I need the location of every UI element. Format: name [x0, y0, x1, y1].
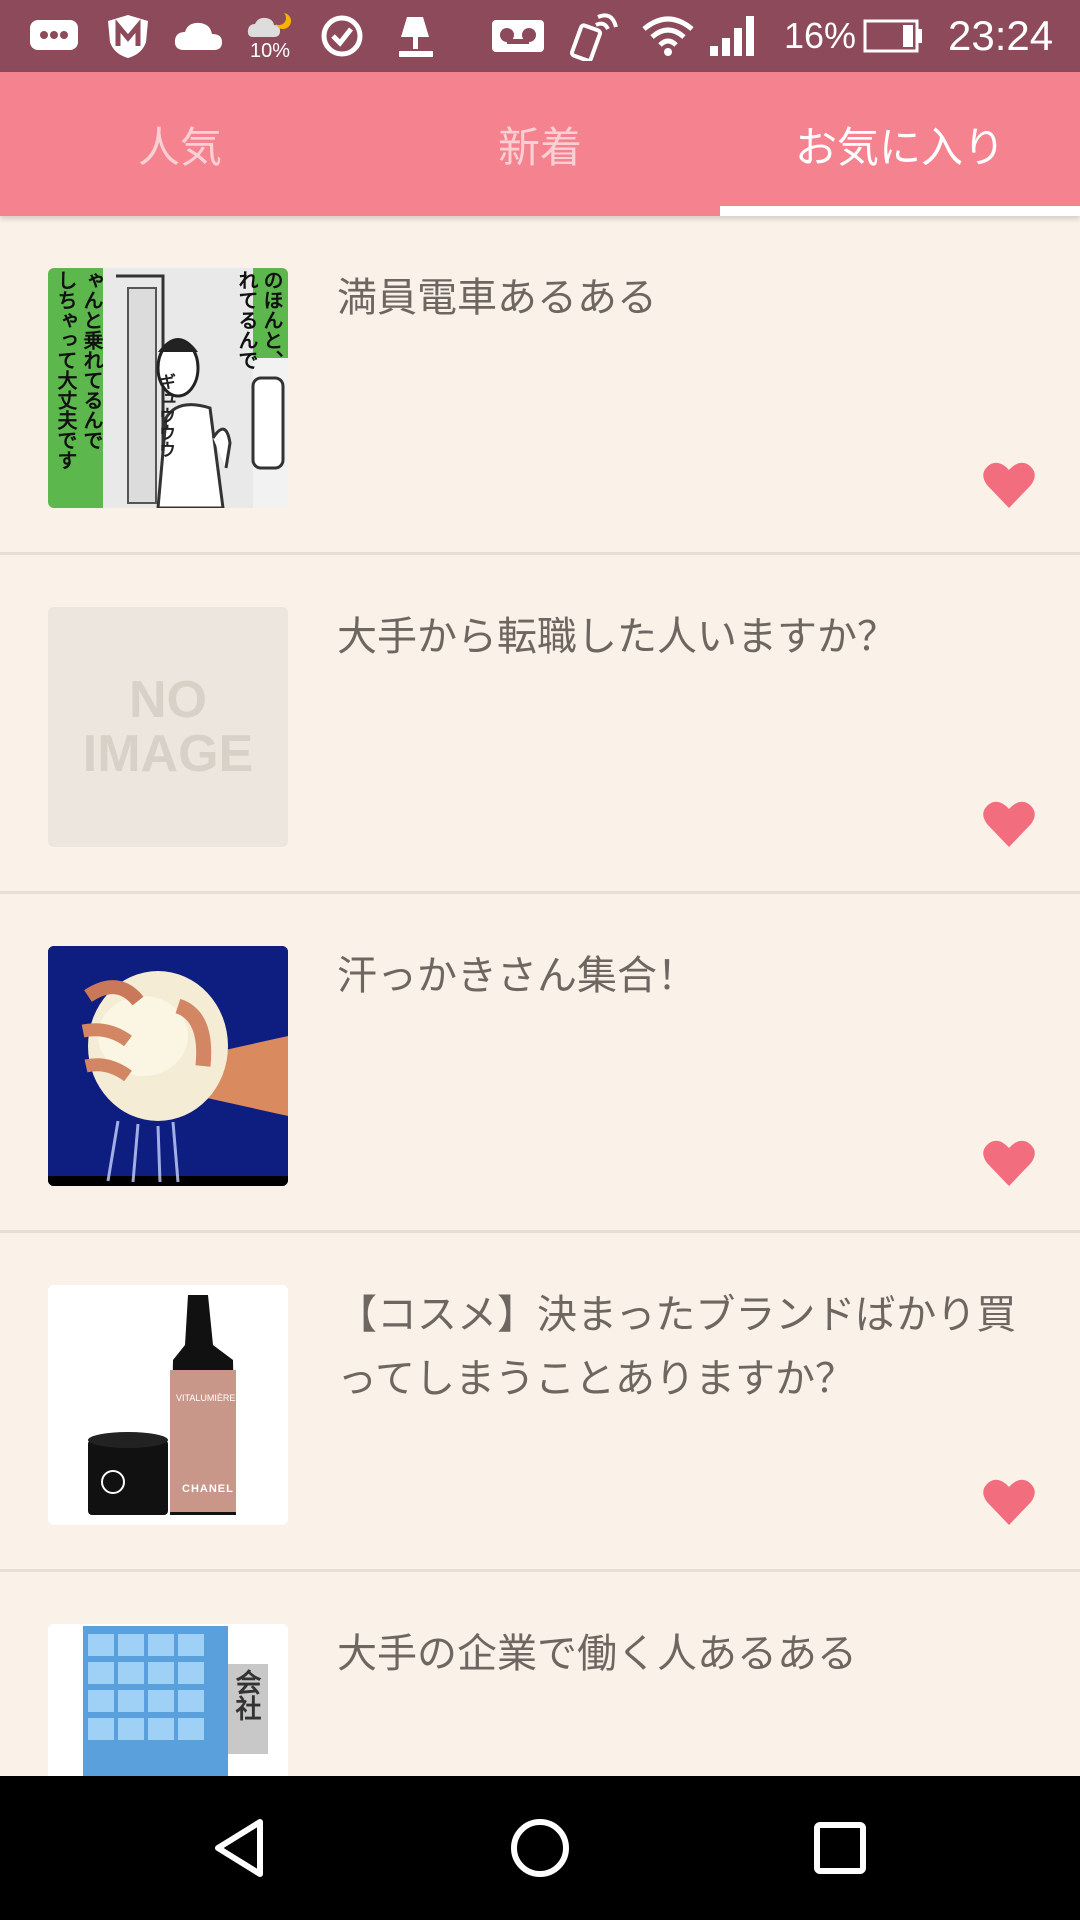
lamp-icon [390, 12, 440, 60]
favorites-list: しちゃって大丈夫です ゃんと乗れてるんで れてるんで のほんと、 ギュウウウ 満… [0, 216, 1080, 1911]
item-title: 満員電車あるある [337, 275, 657, 321]
hand-squeezing-towel-image [48, 946, 288, 1186]
tab-new[interactable]: 新着 [360, 72, 720, 216]
weather-badge: 10% [249, 40, 291, 62]
building-sign: 会社 [231, 1669, 261, 1721]
foundation-bottle-image: VITALUMIÈRE CHANEL [48, 1285, 288, 1525]
list-item[interactable]: NO IMAGE 大手から転職した人いますか？ [0, 555, 1080, 894]
nfc-icon [566, 12, 622, 61]
no-image-label-bottom: IMAGE [82, 725, 254, 783]
battery-percent: 16% [784, 15, 857, 56]
item-title: 【コスメ】決まったブランドばかり買ってしまうことありますか？ [337, 1292, 1017, 1402]
heart-icon[interactable] [982, 1138, 1036, 1188]
list-item[interactable]: 汗っかきさん集合！ [0, 894, 1080, 1233]
tab-favorites[interactable]: お気に入り [720, 72, 1080, 216]
navigation-bar [0, 1776, 1080, 1920]
recents-icon[interactable] [800, 1808, 880, 1888]
heart-icon[interactable] [982, 1477, 1036, 1527]
voicemail-icon [488, 12, 548, 60]
no-image-label-top: NO [129, 671, 207, 729]
wifi-icon [640, 12, 696, 60]
manga-text-col1: しちゃって大丈夫です [54, 270, 78, 470]
signal-icon [706, 12, 758, 60]
mcafee-shield-icon [100, 12, 156, 60]
list-item[interactable]: しちゃって大丈夫です ゃんと乗れてるんで れてるんで のほんと、 ギュウウウ 満… [0, 216, 1080, 555]
clock: 23:24 [948, 12, 1054, 59]
item-title: 汗っかきさん集合！ [337, 953, 697, 999]
manga-text-col4: のほんと、 [260, 270, 284, 370]
item-title: 大手から転職した人いますか？ [337, 614, 897, 660]
no-image-placeholder: NO IMAGE [48, 607, 288, 847]
status-bar: 10% 16% 23:24 [0, 0, 1080, 72]
tab-popular[interactable]: 人気 [0, 72, 360, 216]
check-circle-icon [316, 12, 368, 60]
product-name-label: VITALUMIÈRE [176, 1393, 236, 1403]
heart-icon[interactable] [982, 799, 1036, 849]
battery-icon [862, 12, 924, 60]
tab-bar: 人気 新着 お気に入り [0, 72, 1080, 216]
list-item[interactable]: VITALUMIÈRE CHANEL 【コスメ】決まったブランドばかり買ってしま… [0, 1233, 1080, 1572]
home-icon[interactable] [500, 1808, 580, 1888]
manga-text-col3: れてるんで [235, 270, 259, 370]
heart-icon[interactable] [982, 460, 1036, 510]
message-icon [26, 12, 82, 60]
manga-text-col2: ゃんと乗れてるんで [80, 270, 104, 450]
back-icon[interactable] [200, 1808, 280, 1888]
weather-night-icon: 10% [242, 6, 298, 66]
product-brand-label: CHANEL [182, 1483, 234, 1495]
manga-sfx: ギュウウウ [155, 373, 175, 458]
cloud-icon [170, 12, 226, 60]
manga-train-image: しちゃって大丈夫です ゃんと乗れてるんで れてるんで のほんと、 ギュウウウ [48, 268, 288, 508]
item-title: 大手の企業で働く人あるある [337, 1631, 857, 1677]
